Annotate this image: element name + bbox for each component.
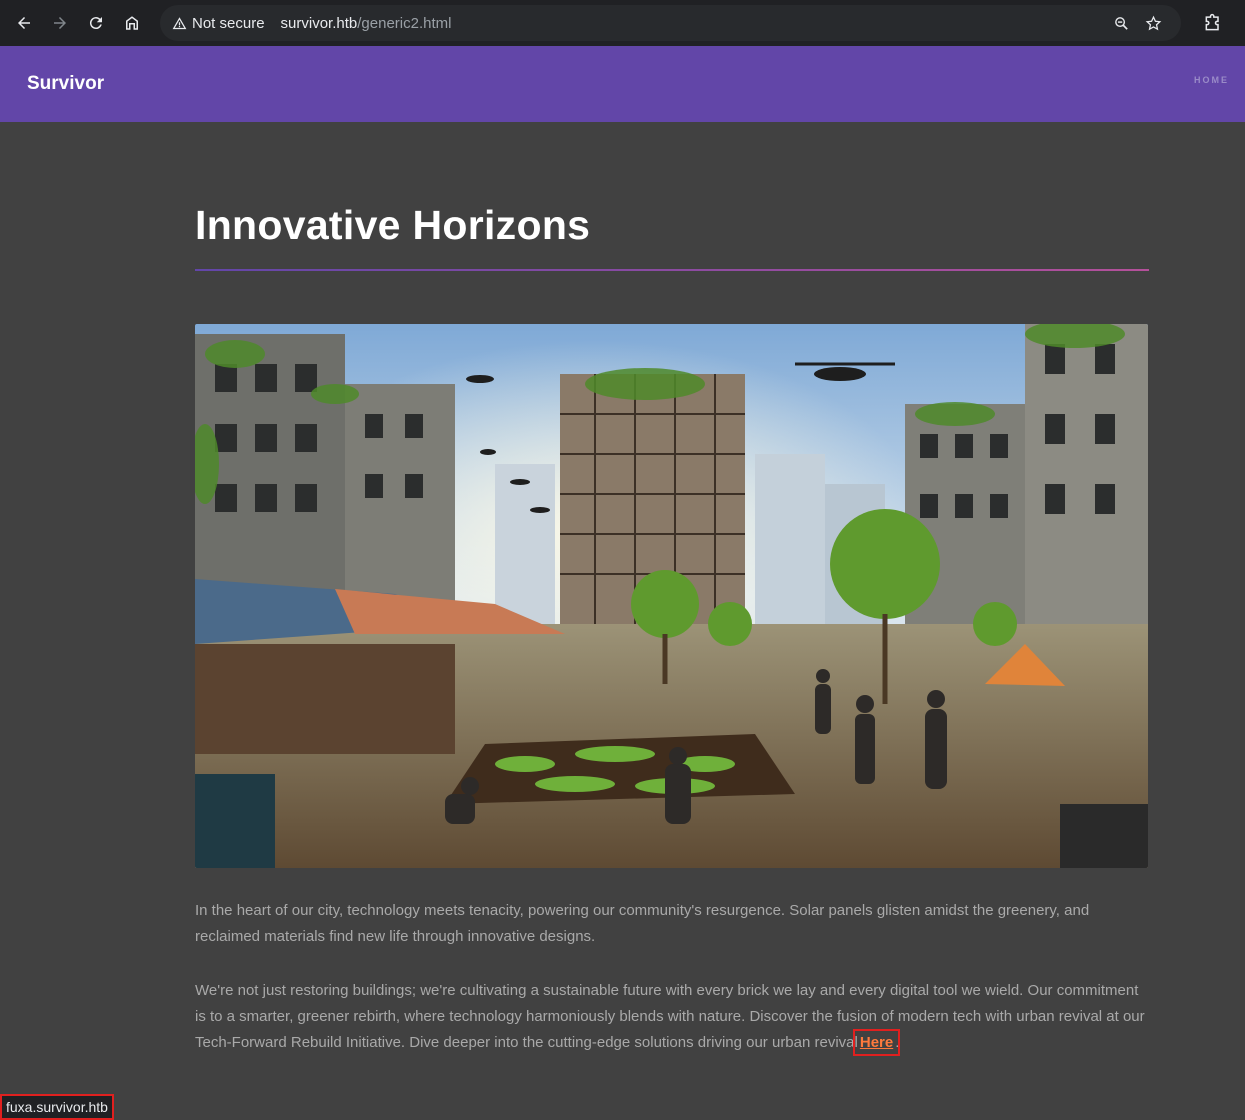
- title-divider: [195, 269, 1149, 271]
- back-button[interactable]: [8, 7, 40, 39]
- bookmark-button[interactable]: [1137, 9, 1169, 37]
- initiative-paragraph: We're not just restoring buildings; we'r…: [195, 978, 1149, 1056]
- main-content: Innovative Horizons In the heart of our …: [0, 122, 1245, 1120]
- hero-image: [195, 324, 1148, 868]
- extensions-icon: [1205, 13, 1219, 31]
- home-icon: [126, 16, 138, 30]
- reload-icon: [89, 17, 102, 30]
- status-bar-url: fuxa.survivor.htb: [0, 1094, 114, 1120]
- nav-home-link[interactable]: HOME: [1194, 75, 1229, 85]
- zoom-icon: [1114, 16, 1128, 30]
- address-bar[interactable]: Not secure survivor.htb/generic2.html: [160, 5, 1181, 41]
- paragraph-end: .: [895, 1034, 900, 1051]
- back-icon: [18, 17, 30, 29]
- initiative-text: We're not just restoring buildings; we'r…: [195, 982, 1145, 1051]
- forward-button[interactable]: [44, 7, 76, 39]
- forward-icon: [54, 17, 66, 29]
- site-header: Survivor HOME: [0, 46, 1245, 122]
- bookmark-star-icon: [1145, 15, 1161, 30]
- security-label: Not secure: [192, 14, 265, 32]
- warning-icon: [172, 16, 187, 29]
- here-link[interactable]: Here: [852, 1029, 901, 1056]
- intro-paragraph: In the heart of our city, technology mee…: [195, 902, 1090, 945]
- browser-toolbar: Not secure survivor.htb/generic2.html: [0, 0, 1245, 46]
- security-indicator[interactable]: Not secure: [172, 15, 265, 32]
- urban-revival-illustration: [195, 324, 1148, 868]
- home-button[interactable]: [116, 7, 148, 39]
- zoom-button[interactable]: [1105, 9, 1137, 37]
- url-path: /generic2.html: [357, 14, 452, 32]
- url-host: survivor.htb: [280, 14, 358, 32]
- site-logo[interactable]: Survivor: [27, 73, 104, 95]
- reload-button[interactable]: [80, 7, 112, 39]
- article: Innovative Horizons In the heart of our …: [195, 202, 1149, 1056]
- page-title: Innovative Horizons: [195, 202, 591, 248]
- extensions-button[interactable]: [1195, 5, 1231, 41]
